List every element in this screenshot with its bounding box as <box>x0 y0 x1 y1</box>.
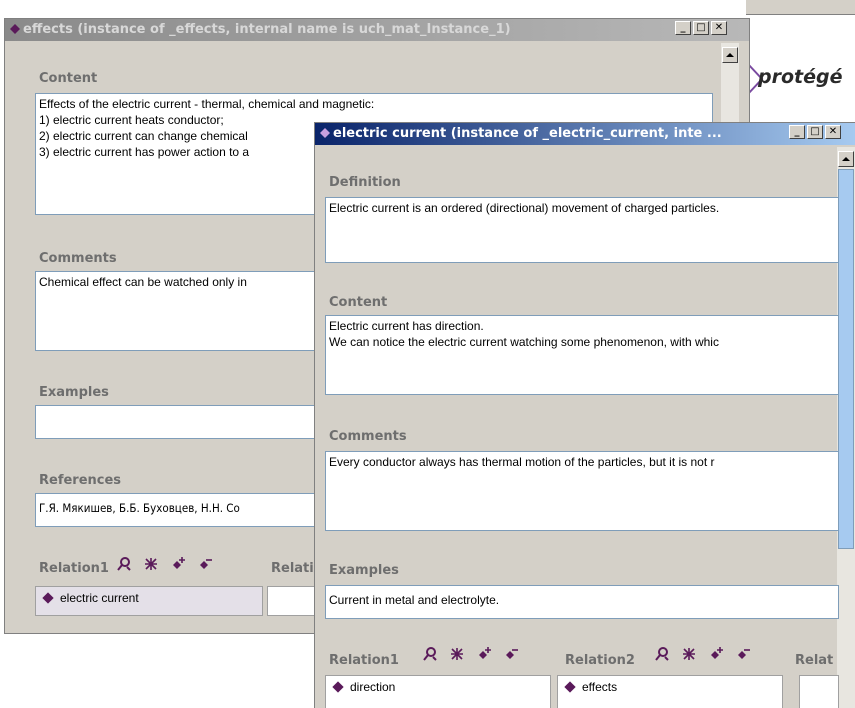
examples-field[interactable]: Current in metal and electrolyte. <box>325 585 839 619</box>
comments-label: Comments <box>39 251 117 266</box>
instance-icon <box>10 24 20 34</box>
effects-titlebar[interactable]: effects (instance of _effects, internal … <box>5 19 749 41</box>
scroll-up-button[interactable] <box>838 151 854 167</box>
definition-label: Definition <box>329 175 401 190</box>
relation2-label: Relation2 <box>565 653 635 668</box>
arrow-up-icon <box>842 157 850 161</box>
examples-label: Examples <box>329 563 399 578</box>
effects-window-title: effects (instance of _effects, internal … <box>23 22 511 37</box>
relation1-item-label: direction <box>350 680 396 694</box>
minimize-button[interactable]: _ <box>789 125 805 139</box>
relation1-toolbar <box>423 647 518 661</box>
scroll-up-button[interactable] <box>722 47 738 63</box>
definition-field[interactable]: Electric current is an ordered (directio… <box>325 197 839 263</box>
add-icon[interactable] <box>171 557 185 571</box>
comments-label: Comments <box>329 429 407 444</box>
maximize-button[interactable]: □ <box>693 21 709 35</box>
comments-field[interactable]: Every conductor always has thermal motio… <box>325 451 839 531</box>
relation2-toolbar <box>655 647 750 661</box>
close-button[interactable]: ✕ <box>825 125 841 139</box>
relation1-label: Relation1 <box>329 653 399 668</box>
electric-current-window: electric current (instance of _electric_… <box>314 122 855 708</box>
examples-text: Current in metal and electrolyte. <box>329 593 500 607</box>
relation2-list[interactable] <box>267 586 317 616</box>
relation1-label: Relation1 <box>39 561 109 576</box>
electric-current-scrollbar[interactable] <box>837 147 855 708</box>
arrow-up-icon <box>726 53 734 57</box>
relation2-item-label: effects <box>582 680 618 694</box>
add-icon[interactable] <box>477 647 491 661</box>
instance-icon <box>564 681 576 693</box>
maximize-button[interactable]: □ <box>807 125 823 139</box>
view-icon[interactable] <box>655 647 669 661</box>
definition-text: Electric current is an ordered (directio… <box>329 201 720 215</box>
content-line: Electric current has direction. <box>329 319 484 333</box>
relation2-list-item[interactable]: effects <box>557 675 783 708</box>
close-button[interactable]: ✕ <box>711 21 727 35</box>
instance-icon <box>320 128 330 138</box>
minimize-button[interactable]: _ <box>675 21 691 35</box>
add-icon[interactable] <box>709 647 723 661</box>
content-label: Content <box>329 295 388 310</box>
remove-icon[interactable] <box>736 647 750 661</box>
remove-icon[interactable] <box>504 647 518 661</box>
references-label: References <box>39 473 122 488</box>
relation3-label: Relat <box>795 653 834 668</box>
scroll-thumb[interactable] <box>838 169 854 549</box>
relation3-list[interactable] <box>799 675 839 708</box>
relation1-list-item[interactable]: electric current <box>35 586 263 616</box>
relation1-list-item[interactable]: direction <box>325 675 551 708</box>
create-icon[interactable] <box>144 557 158 571</box>
background-toolbar <box>746 0 855 15</box>
instance-icon <box>332 681 344 693</box>
relation1-toolbar <box>117 557 212 571</box>
content-line: We can notice the electric current watch… <box>329 335 719 349</box>
content-line: Effects of the electric current - therma… <box>39 97 375 111</box>
protege-logo: protégé <box>758 66 843 88</box>
relation2-label: Relati <box>271 561 314 576</box>
relation1-item-label: electric current <box>60 591 139 605</box>
content-field[interactable]: Electric current has direction. We can n… <box>325 315 839 395</box>
create-icon[interactable] <box>450 647 464 661</box>
remove-icon[interactable] <box>198 557 212 571</box>
examples-label: Examples <box>39 385 109 400</box>
instance-icon <box>42 592 54 604</box>
view-icon[interactable] <box>423 647 437 661</box>
comments-text: Every conductor always has thermal motio… <box>329 455 715 469</box>
create-icon[interactable] <box>682 647 696 661</box>
background-app: protégé <box>746 0 855 140</box>
content-label: Content <box>39 71 98 86</box>
view-icon[interactable] <box>117 557 131 571</box>
electric-current-window-title: electric current (instance of _electric_… <box>333 126 722 141</box>
electric-current-titlebar[interactable]: electric current (instance of _electric_… <box>315 123 855 145</box>
